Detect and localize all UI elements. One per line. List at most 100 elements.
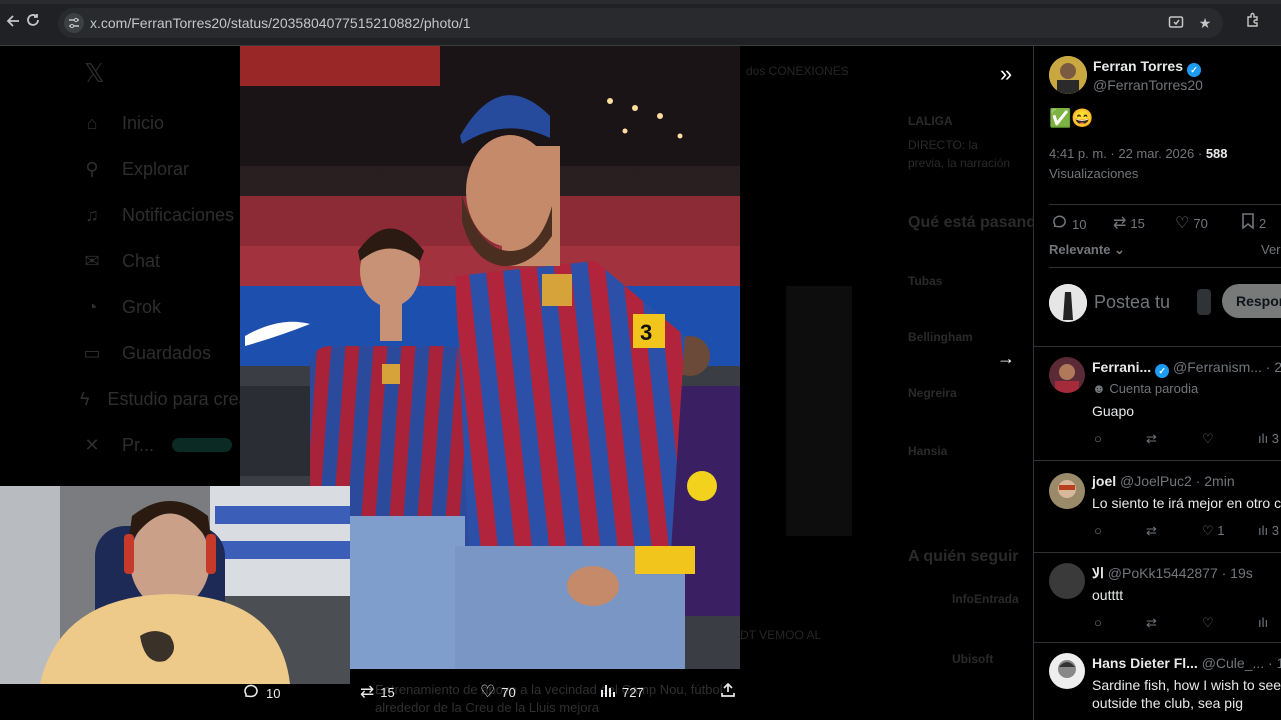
bookmark-stat[interactable]: 2 (1241, 213, 1266, 234)
reply-text: outttt (1092, 587, 1124, 603)
parody-label: ☻ Cuenta parodia (1092, 381, 1199, 396)
reload-icon[interactable] (22, 12, 44, 34)
views-chart-icon[interactable]: ılı 3 (1258, 523, 1279, 538)
share-action[interactable] (720, 682, 736, 703)
repost-icon: ⇄ (1113, 215, 1127, 232)
tab-strip (0, 0, 1281, 4)
nav-item-chat: ✉ Chat (80, 246, 250, 276)
reply-icon[interactable]: ○ (1094, 523, 1102, 538)
repost-icon: ⇄ (360, 682, 375, 701)
mail-icon: ✉ (84, 250, 100, 271)
repost-icon[interactable]: ⇄ (1146, 431, 1157, 447)
home-icon: ⌂ (86, 112, 98, 133)
user-avatar (1049, 284, 1087, 322)
views-action[interactable]: 727 (600, 682, 644, 703)
nav-item-creator-studio: ϟEstudio para creadores (80, 388, 250, 409)
nav-item-notifications: ♫ Notificaciones (80, 200, 250, 230)
heart-icon[interactable]: ♡ 1 (1202, 523, 1225, 539)
url-text[interactable]: x.com/FerranTorres20/status/203580407751… (90, 15, 471, 31)
x-logo-icon: ✕ (84, 434, 100, 455)
reply-item[interactable]: الا @PoKk15442877 · 19s outttt ○ ⇄ ♡ ılı (1034, 552, 1281, 642)
reply-icon (242, 682, 260, 705)
view-link[interactable]: Ver (1261, 242, 1281, 257)
reply-actions: ○ ⇄ ♡ ılı (1094, 615, 1281, 633)
divider (1049, 267, 1281, 268)
reply-icon (1051, 213, 1068, 235)
share-icon (720, 682, 736, 703)
lightning-icon: ϟ (80, 388, 90, 409)
webcam-overlay (0, 486, 350, 684)
reply-icon[interactable]: ○ (1094, 615, 1102, 630)
author-avatar[interactable] (1049, 56, 1087, 94)
views-chart-icon[interactable]: ılı (1258, 615, 1268, 630)
tweet-timestamp: 4:41 p. m. · 22 mar. 2026 · 588 (1049, 146, 1228, 161)
bookmark-star-icon[interactable]: ★ (1196, 14, 1214, 32)
x-logo-icon: 𝕏 (84, 58, 105, 88)
reply-actions: ○ ⇄ ♡ ılı 3 (1094, 431, 1281, 449)
views-chart-icon[interactable]: ılı 3 (1258, 431, 1279, 446)
reply-item[interactable]: Ferrani...✓ @Ferranism... · 2m ☻ Cuenta … (1034, 346, 1281, 460)
views-chart-icon (600, 682, 616, 703)
armband-number: 3 (640, 320, 652, 345)
reply-avatar[interactable] (1049, 473, 1085, 509)
background-timeline: dos CONEXIONES DT VEMOO AL (740, 46, 900, 720)
site-info-icon[interactable] (64, 13, 84, 33)
reply-input[interactable]: Postea tu (1094, 292, 1170, 313)
expand-sidebar-icon[interactable]: » (992, 60, 1020, 88)
premium-badge (172, 438, 233, 452)
tweet-text: ✅😄 (1049, 108, 1094, 128)
tweet-stats-bar: 10 ⇄ 15 ♡ 70 2 (1049, 204, 1281, 233)
reply-avatar[interactable] (1049, 563, 1085, 599)
reply-item[interactable]: Hans Dieter Fl... @Cule_... · 1m Sardine… (1034, 642, 1281, 720)
reply-author[interactable]: Ferrani...✓ @Ferranism... · 2m (1092, 359, 1281, 378)
reply-stat[interactable]: 10 (1051, 213, 1086, 235)
next-photo-icon[interactable]: → (992, 344, 1020, 372)
heart-icon: ♡ (1175, 215, 1190, 232)
background-image (786, 286, 852, 536)
reply-item[interactable]: joel @JoelPuc2 · 2min Lo siento te irá m… (1034, 460, 1281, 552)
like-action[interactable]: ♡ 70 (480, 682, 516, 702)
mask-icon: ☻ (1092, 381, 1106, 396)
grok-icon: ◔ (86, 296, 98, 317)
heart-icon: ♡ (480, 682, 496, 701)
heart-icon[interactable]: ♡ (1202, 431, 1214, 447)
extensions-icon[interactable] (1242, 12, 1264, 34)
author-name[interactable]: Ferran Torres ✓ (1093, 58, 1201, 77)
nav-item-explore: ⚲ Explorar (80, 154, 250, 184)
background-right-column: LALIGA DIRECTO: la previa, la narración … (908, 114, 1033, 666)
repost-stat[interactable]: ⇄ 15 (1113, 213, 1145, 233)
repost-icon[interactable]: ⇄ (1146, 615, 1157, 631)
reply-action[interactable]: 10 (242, 682, 280, 705)
scrollbar-handle[interactable] (1197, 289, 1211, 315)
reply-button[interactable]: Respon (1222, 284, 1281, 318)
bookmark-icon: ▭ (83, 342, 101, 363)
sort-dropdown[interactable]: Relevante ⌄ (1049, 242, 1125, 258)
like-stat[interactable]: ♡ 70 (1175, 213, 1208, 233)
nav-item-grok: ◔ Grok (80, 292, 250, 322)
reply-author[interactable]: الا @PoKk15442877 · 19s (1092, 565, 1253, 582)
repost-icon[interactable]: ⇄ (1146, 523, 1157, 539)
search-icon: ⚲ (85, 158, 99, 179)
heart-icon[interactable]: ♡ (1202, 615, 1214, 631)
address-bar[interactable]: x.com/FerranTorres20/status/203580407751… (58, 8, 1223, 38)
repost-action[interactable]: ⇄ 15 (360, 682, 395, 702)
verified-badge-icon: ✓ (1187, 63, 1201, 77)
bookmark-icon (1241, 213, 1255, 234)
author-handle[interactable]: @FerranTorres20 (1093, 77, 1203, 93)
views-label: Visualizaciones (1049, 166, 1139, 181)
reply-author[interactable]: Hans Dieter Fl... @Cule_... · 1m (1092, 655, 1281, 671)
verified-badge-icon: ✓ (1155, 364, 1170, 378)
browser-toolbar: x.com/FerranTorres20/status/203580407751… (0, 0, 1281, 46)
reply-author[interactable]: joel @JoelPuc2 · 2min (1092, 473, 1235, 489)
reply-text: outside the club, sea pig (1092, 695, 1243, 711)
chevron-down-icon: ⌄ (1114, 242, 1125, 257)
reply-avatar[interactable] (1049, 357, 1085, 393)
bell-icon: ♫ (85, 204, 99, 225)
tweet-detail-panel: Ferran Torres ✓ @FerranTorres20 ✅😄 4:41 p… (1033, 46, 1281, 720)
reply-avatar[interactable] (1049, 653, 1085, 689)
reply-actions: ○ ⇄ ♡ 1 ılı 3 (1094, 523, 1281, 541)
cast-icon[interactable] (1167, 14, 1185, 32)
reply-icon[interactable]: ○ (1094, 431, 1102, 446)
reply-text: Lo siento te irá mejor en otro c (1092, 495, 1281, 511)
nav-item-home: ⌂ Inicio (80, 108, 250, 138)
